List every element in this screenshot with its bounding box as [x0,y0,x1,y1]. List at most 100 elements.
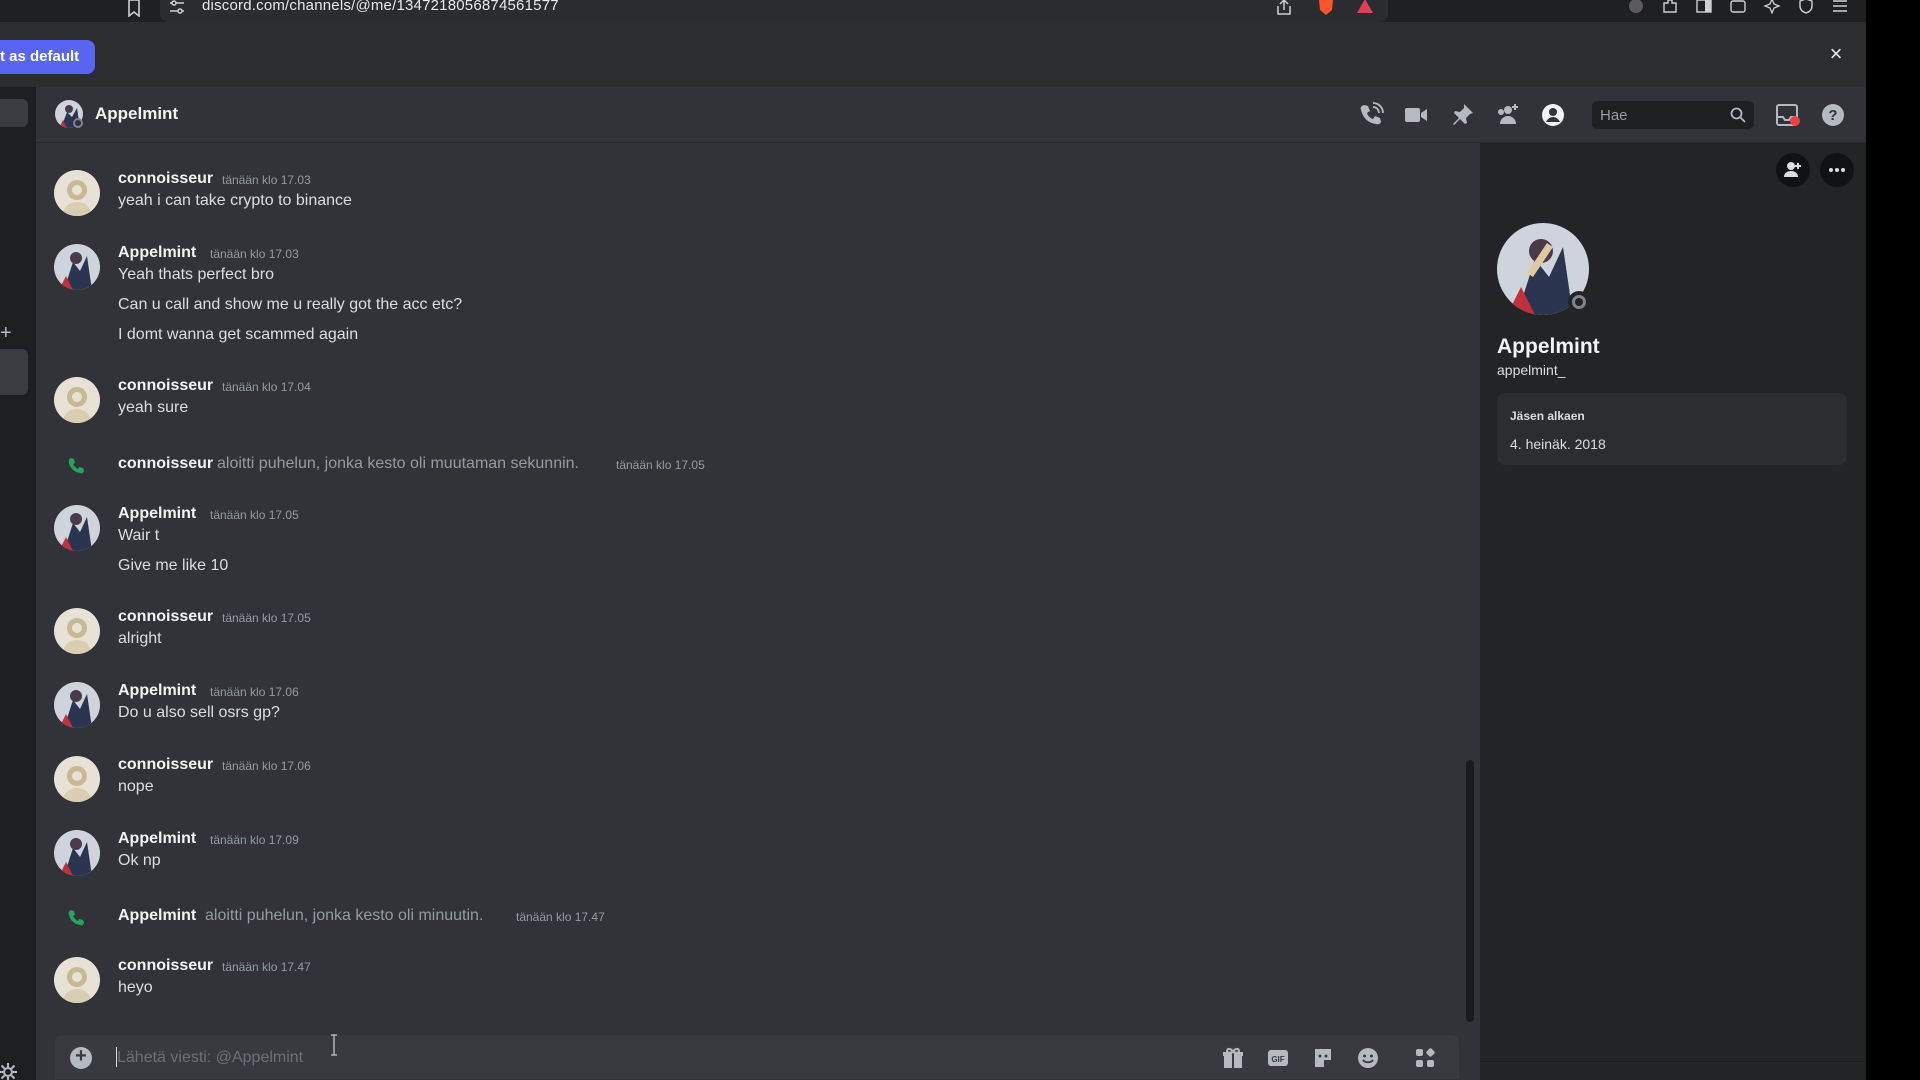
message-author[interactable]: connoisseur [118,170,213,188]
message-list: connoisseur tänään klo 17.03 yeah i can … [36,143,1476,1023]
message-author[interactable]: Appelmint [118,244,196,262]
avatar[interactable] [54,957,100,1003]
search-input[interactable]: Hae [1592,101,1754,129]
sidebar-icon[interactable] [1695,0,1713,14]
message-timestamp: tänään klo 17.06 [222,759,311,773]
profile-dot-icon[interactable] [1627,0,1645,14]
close-icon[interactable]: × [1824,42,1848,66]
menu-icon[interactable] [1831,0,1849,14]
app-frame: discord.com/channels/@me/134721805687456… [0,0,1866,1080]
gift-icon[interactable] [1221,1046,1245,1070]
search-icon [1730,107,1746,123]
set-as-default-button[interactable]: t as default [0,40,96,74]
avatar[interactable] [54,377,100,423]
member-since-label: Jäsen alkaen [1510,409,1585,423]
avatar[interactable] [54,830,100,876]
bookmark-icon[interactable] [126,0,142,17]
scrollbar[interactable] [1466,760,1474,1022]
call-timestamp: tänään klo 17.47 [516,910,605,924]
add-friends-to-dm-icon[interactable] [1495,102,1521,128]
pin-icon[interactable] [1449,102,1475,128]
video-call-icon[interactable] [1403,102,1429,128]
brave-shield-icon[interactable] [1316,0,1336,16]
message-text: heyo [118,979,153,996]
message-timestamp: tänään klo 17.05 [222,611,311,625]
message-timestamp: tänään klo 17.03 [210,247,299,261]
vpn-shield-icon[interactable] [1797,0,1815,14]
phone-call-icon[interactable] [1358,102,1384,128]
svg-text:GIF: GIF [1271,1055,1284,1064]
server-sidebar: + [0,87,36,1080]
gear-icon[interactable] [0,1062,18,1080]
add-friend-button[interactable] [1776,153,1810,187]
message-author[interactable]: connoisseur [118,957,213,975]
message-timestamp: tänään klo 17.09 [210,833,299,847]
message-author[interactable]: connoisseur [118,377,213,395]
profile-username[interactable]: appelmint_ [1497,362,1566,378]
avatar[interactable] [54,244,100,290]
message-author[interactable]: connoisseur [118,756,213,774]
message-composer[interactable]: + Lähetä viesti: @Appelmint GIF [55,1035,1459,1079]
user-profile-toggle-icon[interactable] [1540,102,1566,128]
share-icon[interactable] [1275,0,1293,16]
site-settings-icon[interactable] [168,0,186,15]
member-since-value: 4. heinäk. 2018 [1510,436,1606,452]
channel-header: Appelmint Hae ? [36,87,1866,143]
message-text: Yeah thats perfect bro [118,266,274,283]
avatar[interactable] [54,608,100,654]
extensions-icon[interactable] [1661,0,1679,14]
message-text: nope [118,778,154,795]
emoji-icon[interactable] [1356,1046,1380,1070]
avatar[interactable] [54,505,100,551]
avatar[interactable] [54,682,100,728]
message-text: Wair t [118,527,160,544]
brave-rewards-icon[interactable] [1356,0,1374,14]
message-text: I domt wanna get scammed again [118,326,359,343]
avatar[interactable] [54,170,100,216]
attach-plus-icon[interactable]: + [70,1045,92,1069]
phone-call-icon [68,458,84,474]
apps-icon[interactable] [1413,1046,1437,1070]
message-timestamp: tänään klo 17.04 [222,380,311,394]
leo-ai-icon[interactable] [1763,0,1781,14]
url-text[interactable]: discord.com/channels/@me/134721805687456… [202,0,559,14]
message-author[interactable]: Appelmint [118,505,196,523]
sticker-icon[interactable] [1311,1046,1335,1070]
message-text: yeah i can take crypto to binance [118,192,352,209]
server-item[interactable] [0,99,28,127]
phone-call-icon [68,910,84,926]
status-indicator [1568,291,1590,313]
browser-toolbar: discord.com/channels/@me/134721805687456… [0,0,1866,22]
message-input[interactable]: Lähetä viesti: @Appelmint [117,1049,303,1067]
screen-edge [1866,0,1920,1080]
message-timestamp: tänään klo 17.03 [222,173,311,187]
message-text: Can u call and show me u really got the … [118,296,463,313]
status-indicator [73,118,83,128]
more-options-icon [1829,168,1845,172]
inbox-icon[interactable] [1774,102,1800,128]
call-text: aloitti puhelun, jonka kesto oli muutama… [217,455,579,472]
message-text: alright [118,630,162,647]
message-author[interactable]: connoisseur [118,608,213,626]
search-placeholder: Hae [1600,107,1628,124]
message-author[interactable]: Appelmint [118,682,196,700]
default-browser-bar: t as default × [0,22,1866,87]
message-author[interactable]: Appelmint [118,830,196,848]
svg-text:?: ? [1828,107,1837,124]
message-timestamp: tänään klo 17.47 [222,960,311,974]
server-item[interactable] [0,349,28,395]
divider [1480,1061,1866,1062]
gif-icon[interactable]: GIF [1266,1046,1290,1070]
user-profile-panel: Appelmint appelmint_ Jäsen alkaen 4. hei… [1480,143,1866,1080]
avatar[interactable] [54,756,100,802]
call-author[interactable]: Appelmint [118,907,196,925]
member-since-card: Jäsen alkaen 4. heinäk. 2018 [1497,393,1847,465]
help-icon[interactable]: ? [1820,102,1846,128]
wallet-icon[interactable] [1729,0,1747,14]
add-friend-icon [1784,162,1801,177]
more-options-button[interactable] [1820,153,1854,187]
call-timestamp: tänään klo 17.05 [616,458,705,472]
add-server-icon[interactable]: + [0,322,12,345]
message-text: Ok np [118,852,161,869]
call-author[interactable]: connoisseur [118,455,213,473]
